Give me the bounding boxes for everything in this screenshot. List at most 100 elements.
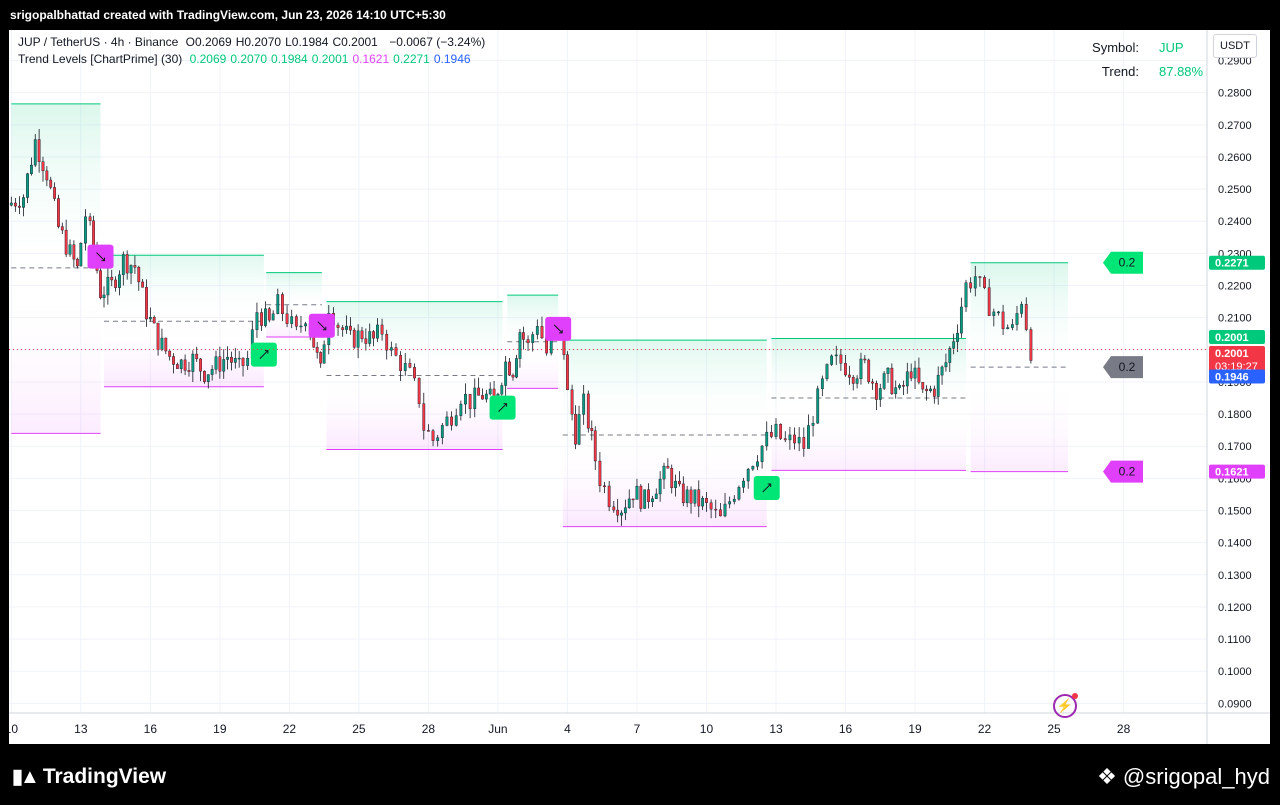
bull-candle: [68, 244, 72, 255]
bull-candle: [9, 202, 13, 206]
chart-frame[interactable]: 0.2 0.2 0.2 0.0900 0.1000 0.1100 0.1200 0.1300 0…: [9, 30, 1270, 744]
bull-candle: [29, 164, 33, 174]
bear-signal-marker: [87, 244, 114, 269]
bear-candle: [616, 509, 620, 516]
indicator-value: 0.2070: [230, 52, 268, 66]
bull-candle: [948, 348, 952, 363]
bear-candle: [203, 370, 206, 382]
bull-candle: [290, 316, 294, 324]
bear-candle: [57, 198, 60, 227]
bull-candle: [445, 416, 449, 426]
bull-candle: [936, 374, 940, 397]
bull-candle: [878, 388, 882, 400]
ohlc-label: C: [332, 35, 342, 49]
bull-candle: [504, 361, 508, 386]
price-tick-label: 0.0900: [1218, 698, 1252, 710]
bear-candle: [319, 352, 323, 364]
bull-candle: [535, 326, 539, 335]
bear-candle: [372, 331, 375, 339]
bear-candle: [53, 187, 56, 199]
time-tick-label: 10: [9, 722, 18, 736]
bottom-bar: ▮▲ TradingView ❖ @srigopal_hyd: [0, 744, 1280, 805]
bear-candle: [540, 326, 544, 339]
bull-candle: [22, 197, 25, 208]
bull-candle: [825, 364, 829, 379]
price-tick-label: 0.1200: [1218, 602, 1252, 614]
bear-candle: [281, 294, 284, 314]
bull-candle: [222, 359, 226, 372]
level-label-text: 0.2: [1119, 256, 1136, 270]
bull-candle: [1006, 327, 1010, 330]
bull-candle: [662, 465, 666, 480]
bear-candle: [380, 324, 384, 335]
bull-candle: [191, 353, 195, 372]
bear-candle: [508, 361, 511, 376]
time-tick-label: 13: [74, 722, 88, 736]
bull-candle: [742, 480, 745, 488]
tradingview-logo[interactable]: ▮▲ TradingView: [12, 764, 166, 789]
bear-candle: [75, 258, 79, 267]
bull-candle: [956, 332, 959, 342]
currency-button[interactable]: USDT: [1213, 34, 1257, 58]
bull-candle: [905, 371, 909, 387]
bear-candle: [294, 316, 298, 327]
bear-candle: [890, 367, 894, 394]
ohlc-label: O: [185, 35, 195, 49]
bull-candle: [206, 374, 210, 382]
bull-candle: [944, 362, 948, 368]
bear-candle: [847, 374, 851, 378]
bull-candle: [807, 425, 810, 449]
bear-candle: [413, 367, 416, 379]
bull-candle: [160, 337, 164, 350]
indicator-value: 0.1621: [352, 52, 390, 66]
indicator-value: 0.2271: [393, 52, 430, 66]
bear-candle: [199, 358, 202, 372]
bull-candle: [26, 173, 29, 198]
bull-candle: [751, 466, 755, 470]
price-tick-label: 0.2500: [1218, 184, 1252, 196]
bull-candle: [118, 274, 121, 288]
bear-candle: [168, 350, 172, 357]
bull-candle: [820, 378, 824, 389]
price-tick-label: 0.1100: [1218, 634, 1251, 646]
lightning-icon[interactable]: ⚡: [1053, 693, 1078, 718]
price-chart[interactable]: 0.2 0.2 0.2 0.0900 0.1000 0.1100 0.1200 0.1300 0…: [9, 30, 1270, 744]
time-tick-label: 4: [564, 722, 571, 736]
bull-signal-marker: [753, 476, 780, 501]
bear-candle: [175, 364, 179, 369]
bull-candle: [531, 334, 535, 343]
time-tick-label: 28: [1117, 722, 1131, 736]
trend-zone: [771, 338, 967, 471]
indicator-value: 0.2069: [189, 52, 227, 66]
bull-candle: [515, 358, 518, 378]
price-tick-label: 0.2100: [1218, 313, 1252, 325]
bull-candle: [276, 294, 280, 315]
bear-candle: [666, 465, 670, 469]
bear-candle: [241, 357, 245, 366]
top-bar: srigopalbhattad created with TradingView…: [0, 0, 1280, 30]
price-tag-text: 0.1946: [1215, 371, 1249, 383]
bear-candle: [156, 322, 160, 350]
bull-candle: [765, 431, 769, 447]
time-tick-label: 22: [978, 722, 992, 736]
diamond-icon: ❖: [1097, 764, 1123, 789]
bear-candle: [364, 338, 368, 344]
price-tick-label: 0.1400: [1218, 538, 1252, 550]
time-tick-label: 25: [352, 722, 366, 736]
bear-candle: [133, 265, 137, 268]
bull-candle: [940, 366, 944, 376]
bear-candle: [450, 416, 453, 426]
bear-candle: [218, 356, 222, 372]
price-tag-text: 0.2001: [1215, 348, 1249, 360]
indicator-legend[interactable]: Trend Levels [ChartPrime] (30) 0.2069 0.2…: [18, 52, 479, 66]
bull-candle: [623, 507, 627, 514]
bear-candle: [647, 489, 650, 502]
bear-candle: [511, 374, 515, 378]
bull-candle: [658, 478, 662, 495]
bull-candle: [464, 393, 467, 405]
bull-candle: [518, 332, 522, 359]
bear-candle: [152, 317, 156, 324]
bull-candle: [894, 387, 898, 394]
bear-candle: [230, 356, 233, 363]
bull-candle: [454, 415, 458, 426]
